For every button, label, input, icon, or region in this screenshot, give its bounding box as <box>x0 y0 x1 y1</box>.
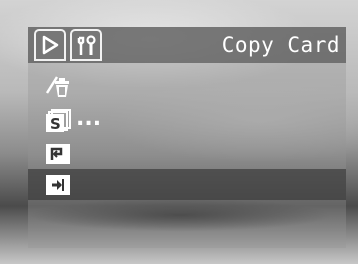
menu-header: Copy Card <box>28 27 346 63</box>
print-order-icon <box>46 144 70 164</box>
menu-item-slideshow[interactable]: S ... <box>28 105 346 137</box>
svg-text:S: S <box>50 115 61 133</box>
tab-setup[interactable] <box>70 29 102 61</box>
menu-item-erase[interactable] <box>28 70 346 102</box>
page-title: Copy Card <box>221 33 340 57</box>
menu-item-print-order[interactable] <box>28 138 346 170</box>
tab-playback[interactable] <box>34 29 66 61</box>
setup-wrench-icon <box>77 35 96 55</box>
erase-trash-icon <box>45 76 69 97</box>
camera-screen: Copy Card S ... <box>0 0 358 264</box>
menu-item-copy-card[interactable] <box>28 169 346 200</box>
playback-icon <box>42 35 59 55</box>
copy-to-card-icon <box>46 175 70 195</box>
slideshow-ellipsis: ... <box>76 106 102 131</box>
slideshow-icon: S <box>46 109 71 133</box>
